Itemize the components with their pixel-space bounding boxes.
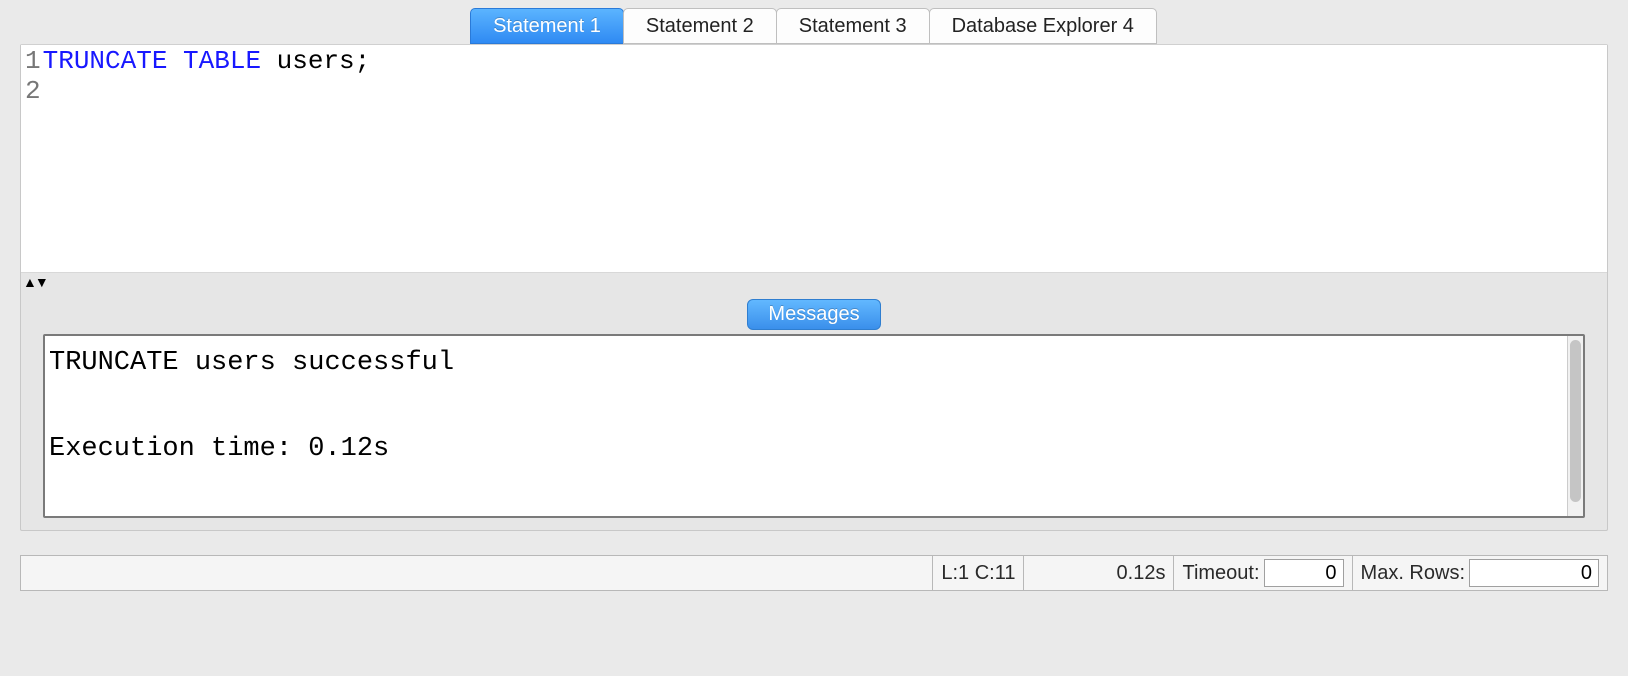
line-number: 1: [25, 47, 41, 77]
line-number: 2: [25, 77, 41, 107]
tab-statement-1[interactable]: Statement 1: [470, 8, 624, 44]
tab-statement-3[interactable]: Statement 3: [776, 8, 930, 44]
maxrows-label: Max. Rows:: [1361, 562, 1465, 585]
sql-text: users;: [261, 46, 370, 76]
line-number-gutter: 1 2: [21, 45, 43, 272]
main-panel: 1 2 TRUNCATE TABLE users; ▲▼ Messages TR…: [20, 44, 1608, 531]
sql-editor[interactable]: 1 2 TRUNCATE TABLE users;: [21, 45, 1607, 273]
maxrows-input[interactable]: [1469, 559, 1599, 587]
status-timeout: Timeout:: [1174, 556, 1352, 590]
tabs-row: Statement 1 Statement 2 Statement 3 Data…: [0, 0, 1628, 44]
status-bar: L:1 C:11 0.12s Timeout: Max. Rows:: [20, 555, 1608, 591]
status-spacer: [21, 556, 933, 590]
splitter-handle[interactable]: ▲▼: [21, 273, 1607, 291]
timeout-label: Timeout:: [1182, 562, 1259, 585]
code-area[interactable]: TRUNCATE TABLE users;: [43, 45, 1607, 272]
tab-database-explorer[interactable]: Database Explorer 4: [929, 8, 1157, 44]
messages-tab-row: Messages: [21, 299, 1607, 330]
timeout-input[interactable]: [1264, 559, 1344, 587]
tab-messages[interactable]: Messages: [747, 299, 880, 330]
messages-scrollbar[interactable]: [1567, 336, 1583, 516]
status-cursor-position: L:1 C:11: [933, 556, 1024, 590]
status-exec-time: 0.12s: [1024, 556, 1174, 590]
status-max-rows: Max. Rows:: [1353, 556, 1607, 590]
scrollbar-thumb[interactable]: [1570, 340, 1581, 502]
tab-statement-2[interactable]: Statement 2: [623, 8, 777, 44]
messages-output[interactable]: TRUNCATE users successful Execution time…: [45, 336, 1567, 516]
messages-panel: TRUNCATE users successful Execution time…: [43, 334, 1585, 518]
splitter-arrows-icon: ▲▼: [23, 274, 47, 290]
sql-keyword: TRUNCATE TABLE: [43, 46, 261, 76]
